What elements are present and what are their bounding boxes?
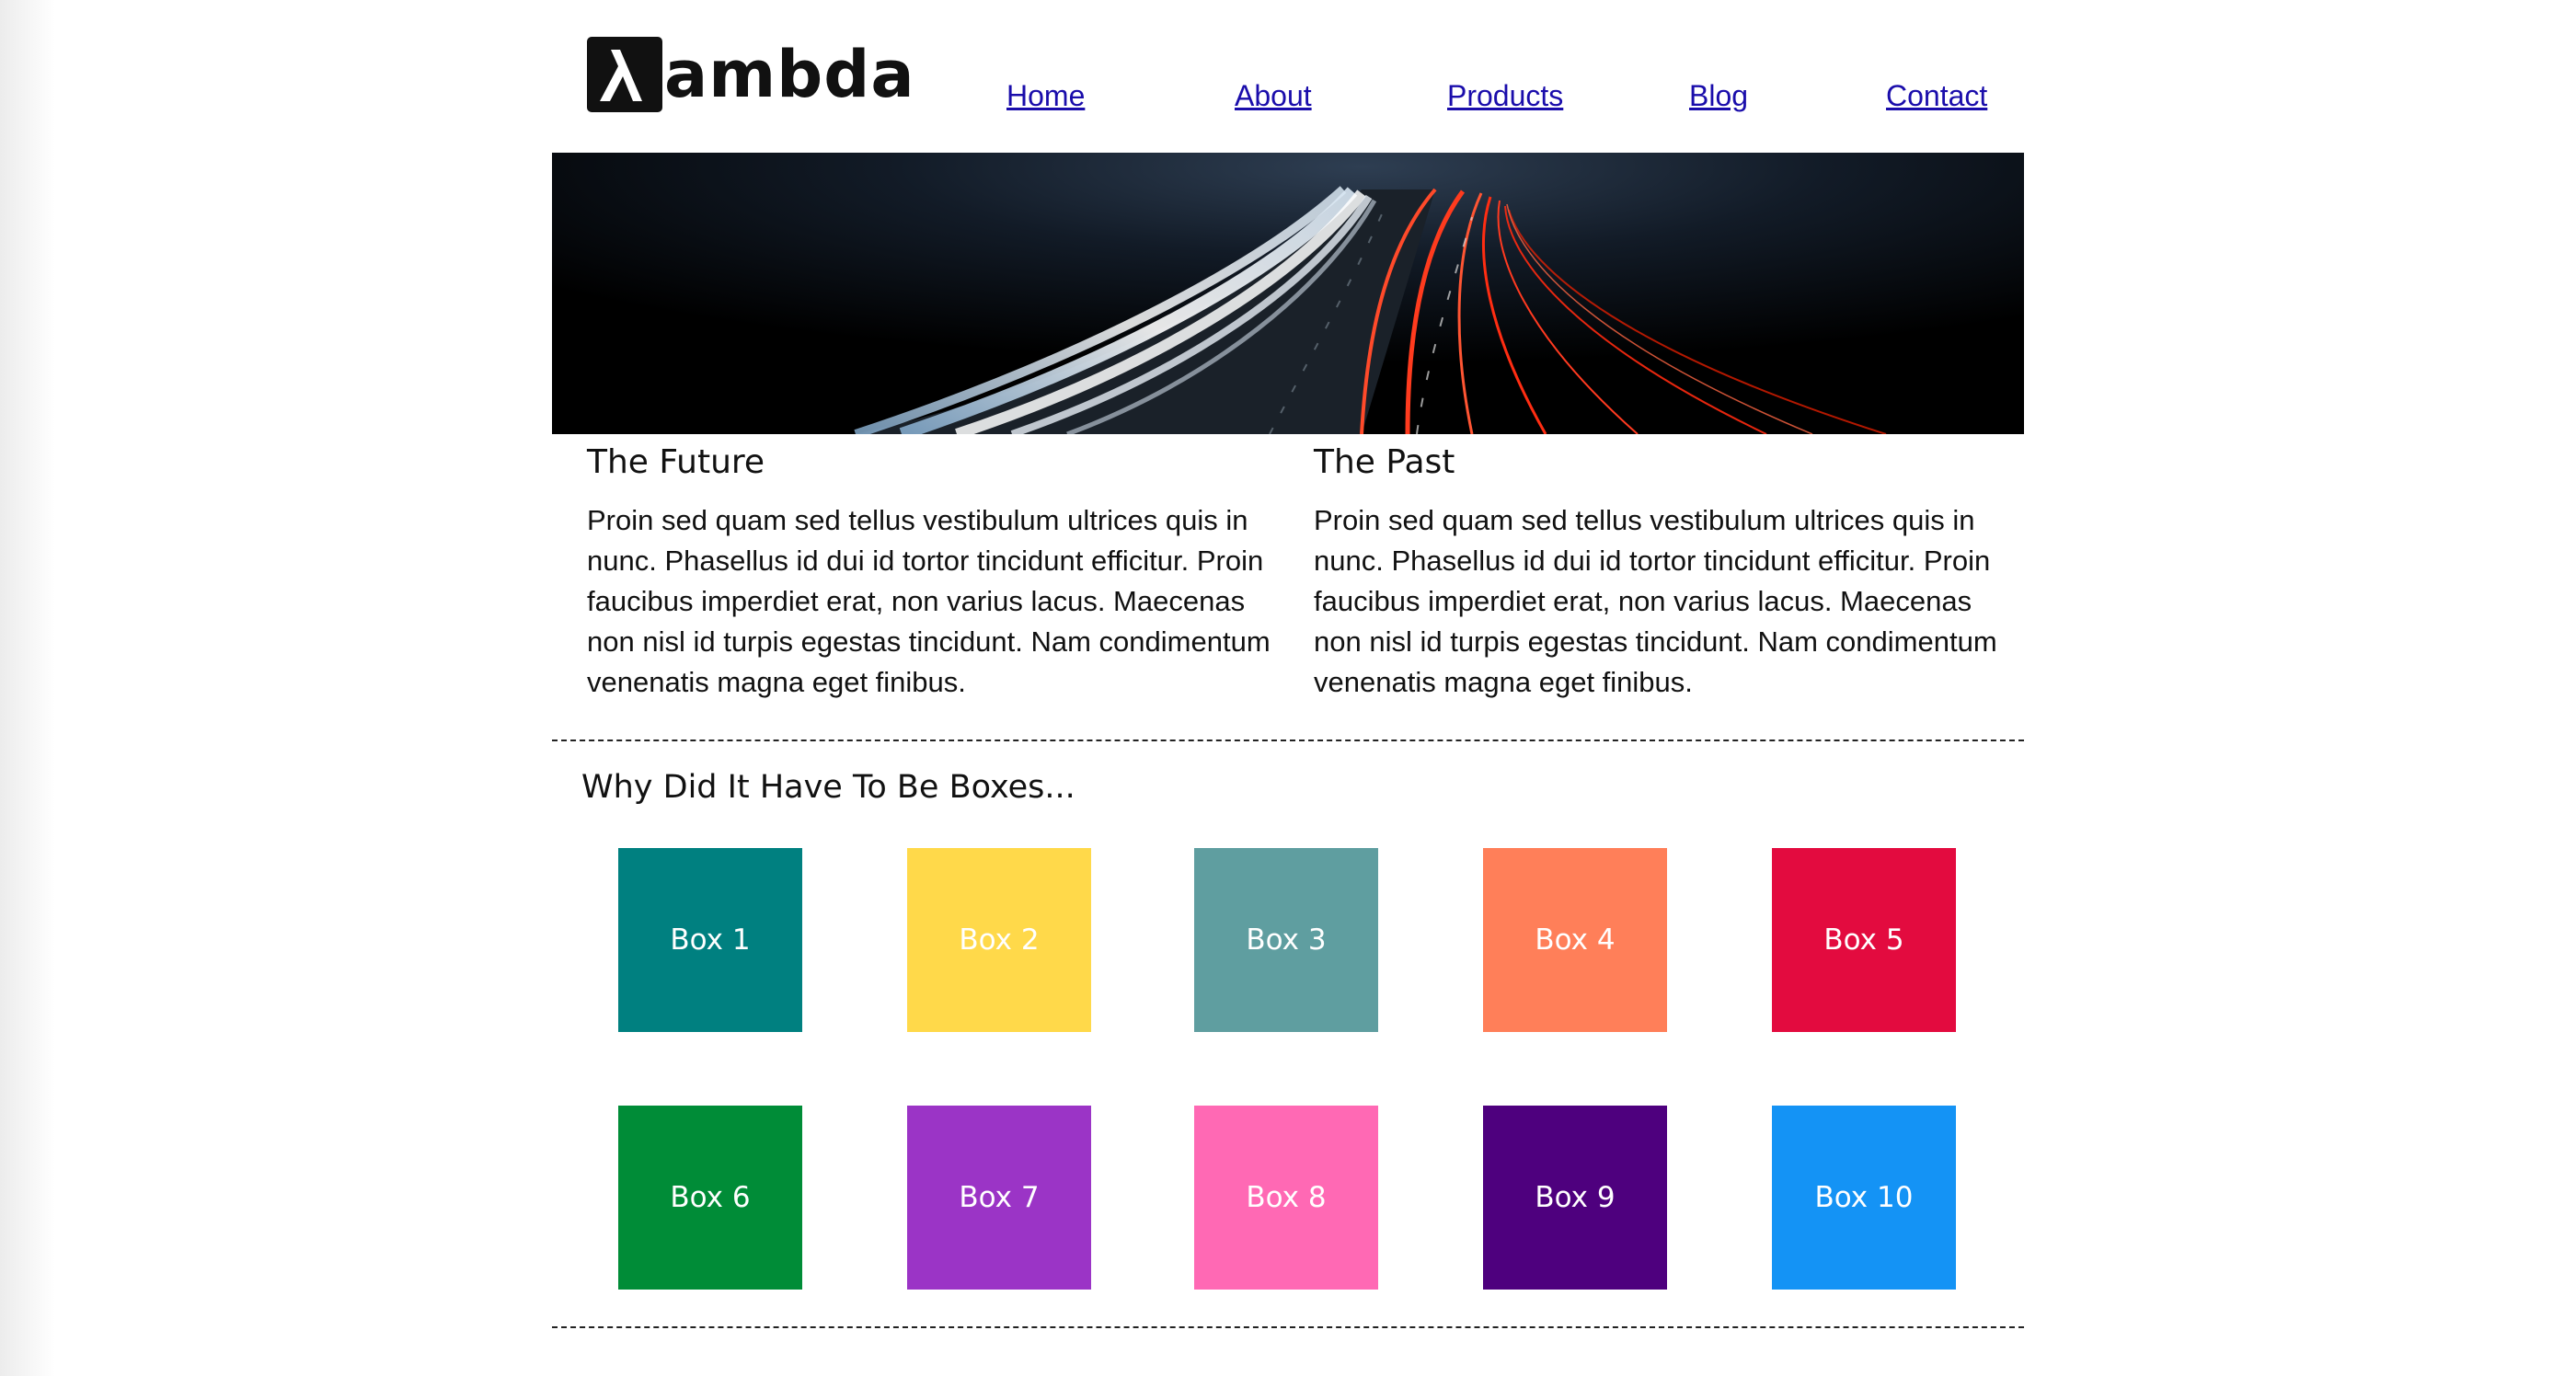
hero-image [552, 153, 2024, 434]
box-7: Box 7 [907, 1106, 1091, 1290]
nav-about-link[interactable]: About [1235, 79, 1312, 113]
box-6: Box 6 [618, 1106, 802, 1290]
nav-contact-link[interactable]: Contact [1886, 79, 1987, 113]
page-container: ambda Home About Products Blog Contact T… [552, 0, 2024, 1376]
column-title: The Future [587, 443, 765, 481]
box-10: Box 10 [1772, 1106, 1956, 1290]
column-future: The Future Proin sed quam sed tellus ves… [587, 434, 1286, 703]
column-body: Proin sed quam sed tellus vestibulum ult… [1314, 504, 1997, 698]
column-title: The Past [1314, 443, 1455, 481]
main-nav: Home About Products Blog Contact [552, 79, 2024, 121]
box-2: Box 2 [907, 848, 1091, 1032]
nav-products-link[interactable]: Products [1447, 79, 1563, 113]
site-header: ambda Home About Products Blog Contact [552, 0, 2024, 153]
page-shadow [0, 0, 55, 1376]
nav-blog-link[interactable]: Blog [1689, 79, 1748, 113]
box-1: Box 1 [618, 848, 802, 1032]
bottom-divider [552, 1326, 2024, 1328]
box-8: Box 8 [1194, 1106, 1378, 1290]
box-4: Box 4 [1483, 848, 1667, 1032]
boxes-section-title: Why Did It Have To Be Boxes... [581, 769, 1075, 806]
box-9: Box 9 [1483, 1106, 1667, 1290]
column-body: Proin sed quam sed tellus vestibulum ult… [587, 504, 1271, 698]
nav-home-link[interactable]: Home [1006, 79, 1085, 113]
box-3: Box 3 [1194, 848, 1378, 1032]
box-5: Box 5 [1772, 848, 1956, 1032]
column-past: The Past Proin sed quam sed tellus vesti… [1314, 434, 2013, 703]
section-divider [552, 740, 2024, 741]
